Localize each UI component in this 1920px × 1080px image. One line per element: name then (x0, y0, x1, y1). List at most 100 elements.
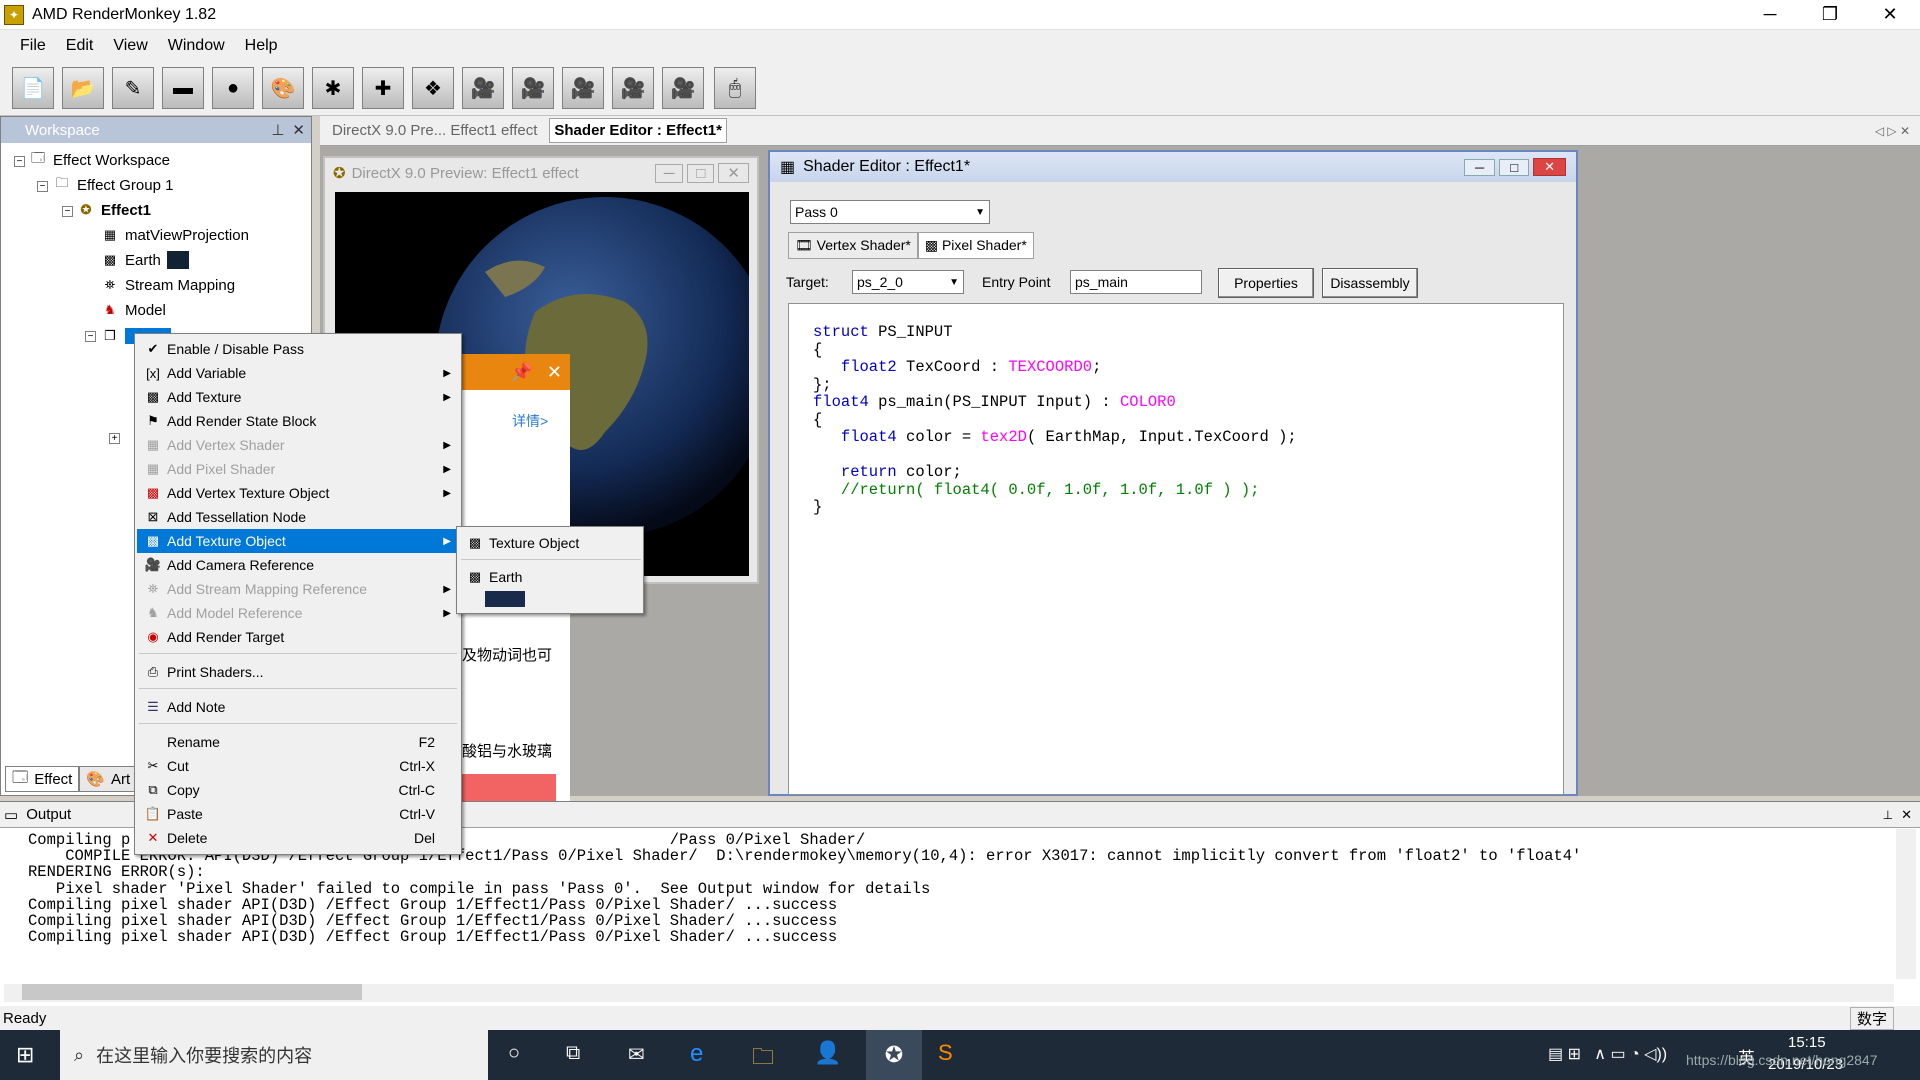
expander-pass[interactable]: − (85, 331, 96, 342)
tab-art[interactable]: 🎨 Art (79, 766, 138, 792)
menu-delete[interactable]: ✕ Delete Del (137, 826, 459, 850)
menu-add-pixel-shader[interactable]: ▦ Add Pixel Shader ▶ (137, 457, 459, 481)
expander-sub[interactable]: + (109, 433, 120, 444)
restore-button[interactable]: ❐ (1800, 0, 1860, 30)
edge-icon[interactable]: e (690, 1040, 703, 1068)
camera-button-4[interactable]: 🎥 (612, 67, 654, 109)
menu-enable-disable-pass[interactable]: ✔ Enable / Disable Pass (137, 337, 459, 361)
expander-effect[interactable]: − (62, 206, 73, 217)
tree-effect-workspace[interactable]: 🗔 Effect Workspace (29, 150, 170, 169)
model-icon: ♞ (104, 302, 116, 317)
menu-add-note[interactable]: ☰ Add Note (137, 695, 459, 719)
menu-add-render-target[interactable]: ◉ Add Render Target (137, 625, 459, 649)
menu-add-tessellation-node[interactable]: ⊠ Add Tessellation Node (137, 505, 459, 529)
sublime-icon[interactable]: S (938, 1040, 953, 1066)
camera-button-5[interactable]: 🎥 (662, 67, 704, 109)
pin-icon[interactable]: ⊥ (1883, 808, 1893, 822)
pin-icon[interactable]: ⊥ (271, 121, 284, 139)
effect-copy-button[interactable]: ❖ (412, 67, 454, 109)
effect-add-button[interactable]: ✚ (362, 67, 404, 109)
tree-effect-group[interactable]: 🗀 Effect Group 1 (53, 175, 173, 194)
windows-start-icon[interactable]: ⊞ (16, 1042, 34, 1068)
menu-cut[interactable]: ✂ Cut Ctrl-X (137, 754, 459, 778)
shader-close-button[interactable]: ✕ (1533, 158, 1566, 176)
pin-icon[interactable]: 📌 (510, 362, 532, 383)
tree-model[interactable]: ♞ Model (101, 301, 166, 319)
menu-window[interactable]: Window (168, 37, 225, 55)
menu-edit[interactable]: Edit (66, 37, 94, 55)
camera-button-2[interactable]: 🎥 (512, 67, 554, 109)
menu-add-render-state-block[interactable]: ⚑ Add Render State Block (137, 409, 459, 433)
menu-help[interactable]: Help (245, 37, 278, 55)
palette-button[interactable]: 🎨 (262, 67, 304, 109)
task-view-icon[interactable]: ⧉ (566, 1042, 580, 1065)
menu-print-shaders[interactable]: ⎙ Print Shaders... (137, 660, 459, 684)
tree-effect1[interactable]: ✪ Effect1 (77, 201, 151, 219)
expander-group[interactable]: − (37, 181, 48, 192)
menu-copy[interactable]: ⧉ Copy Ctrl-C (137, 778, 459, 802)
close-button[interactable]: ✕ (1860, 0, 1920, 30)
output-hscrollbar[interactable] (4, 984, 1894, 1002)
popup-detail-link[interactable]: 详情> (512, 411, 548, 431)
close-icon[interactable]: ✕ (292, 121, 305, 139)
target-select[interactable]: ps_2_0 ▼ (852, 270, 964, 294)
menu-add-camera-reference[interactable]: 🎥 Add Camera Reference (137, 553, 459, 577)
submenu-texture-object[interactable]: ▩ Texture Object (459, 531, 641, 555)
tab-vertex-shader[interactable]: 🎞 Vertex Shader* (788, 232, 918, 259)
tab-effect[interactable]: 🗔 Effect (5, 766, 80, 792)
disassembly-button[interactable]: Disassembly (1322, 268, 1418, 298)
cortana-icon[interactable]: ○ (508, 1042, 520, 1065)
camera-button-3[interactable]: 🎥 (562, 67, 604, 109)
tree-matviewprojection[interactable]: ▦ matViewProjection (101, 226, 249, 244)
file-explorer-icon[interactable]: 🗀 (752, 1040, 774, 1078)
tab-preview[interactable]: DirectX 9.0 Pre... Effect1 effect (332, 122, 537, 139)
menu-paste[interactable]: 📋 Paste Ctrl-V (137, 802, 459, 826)
code-editor[interactable]: struct PS_INPUT{ float2 TexCoord : TEXCO… (788, 303, 1564, 795)
tab-shader-editor[interactable]: Shader Editor : Effect1* (549, 118, 727, 143)
menu-view[interactable]: View (113, 37, 147, 55)
menu-file[interactable]: File (20, 37, 46, 55)
preview-close-button[interactable]: ✕ (718, 163, 749, 183)
taskbar-search[interactable]: ⌕ 在这里输入你要搜索的内容 (60, 1030, 488, 1080)
mail-icon[interactable]: ✉ (628, 1042, 645, 1067)
menu-add-variable[interactable]: [x] Add Variable ▶ (137, 361, 459, 385)
effect-red-button[interactable]: ✱ (312, 67, 354, 109)
tray-icons[interactable]: ▤ ⊞ ∧ ▭ ◔ ◁)) (1548, 1044, 1667, 1064)
preview-min-button[interactable]: ─ (654, 163, 684, 183)
menu-add-texture-object[interactable]: ▩ Add Texture Object ▶ (137, 529, 459, 553)
popup-close-icon[interactable]: ✕ (547, 362, 562, 383)
tree-stream-mapping[interactable]: ⛯ Stream Mapping (101, 276, 235, 294)
open-workspace-button[interactable]: 📂 (62, 67, 104, 109)
new-workspace-button[interactable]: 📄 (12, 67, 54, 109)
mouse-button[interactable]: 🖱 (714, 67, 756, 109)
close-icon[interactable]: ✕ (1901, 807, 1912, 823)
preview-max-button[interactable]: □ (687, 163, 715, 183)
people-icon[interactable]: 👤 (814, 1040, 841, 1066)
menu-add-stream-mapping-reference[interactable]: ⛯ Add Stream Mapping Reference ▶ (137, 577, 459, 601)
render-button[interactable]: ▬ (162, 67, 204, 109)
minimize-button[interactable]: ─ (1740, 0, 1800, 30)
menu-rename[interactable]: Rename F2 (137, 730, 459, 754)
properties-button[interactable]: Properties (1218, 268, 1314, 298)
shader-max-button[interactable]: □ (1499, 158, 1530, 176)
menu-add-model-reference[interactable]: ♞ Add Model Reference ▶ (137, 601, 459, 625)
menu-add-vertex-texture-object[interactable]: ▩ Add Vertex Texture Object ▶ (137, 481, 459, 505)
submenu-earth[interactable]: ▩ Earth (459, 565, 641, 589)
texture-object-submenu: ▩ Texture Object ▩ Earth (456, 526, 644, 614)
clock-time[interactable]: 15:15 (1788, 1034, 1826, 1051)
tab-pixel-shader[interactable]: ▩ Pixel Shader* (917, 232, 1034, 259)
expander-workspace[interactable]: − (14, 156, 25, 167)
shader-min-button[interactable]: ─ (1464, 158, 1496, 176)
effect-tab-icon: 🗔 (12, 768, 29, 786)
tab-scroll-icon[interactable]: ◁ ▷ ✕ (1875, 124, 1910, 138)
menu-add-texture[interactable]: ▩ Add Texture ▶ (137, 385, 459, 409)
rendermonkey-task-icon[interactable]: ✪ (866, 1030, 922, 1080)
output-vscrollbar[interactable] (1896, 829, 1916, 979)
edit-button[interactable]: ✎ (112, 67, 154, 109)
tree-earth[interactable]: ▩ Earth (101, 251, 189, 269)
menu-add-vertex-shader[interactable]: ▦ Add Vertex Shader ▶ (137, 433, 459, 457)
entry-point-input[interactable]: ps_main (1070, 270, 1202, 294)
pass-select[interactable]: Pass 0 ▼ (790, 200, 990, 224)
sphere-button[interactable]: ● (212, 67, 254, 109)
camera-button-1[interactable]: 🎥 (462, 67, 504, 109)
